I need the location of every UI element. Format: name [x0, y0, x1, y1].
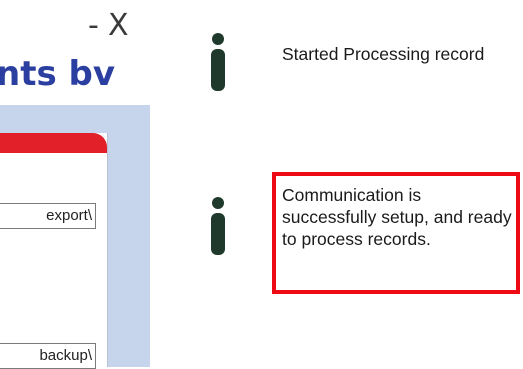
close-button[interactable]: X — [108, 8, 129, 44]
log-message: Started Processing record — [282, 44, 485, 64]
settings-panel-header — [0, 133, 107, 153]
app-title: nts bv — [0, 54, 116, 94]
backup-path-field[interactable]: backup\ — [0, 343, 96, 369]
log-message: Communication is successfully setup, and… — [282, 185, 512, 249]
export-path-field[interactable]: export\ — [0, 203, 96, 229]
info-icon — [211, 33, 225, 93]
minimize-button[interactable]: - — [88, 8, 99, 44]
settings-panel — [0, 133, 108, 367]
window-controls: - X — [86, 8, 146, 44]
info-icon — [211, 197, 225, 259]
